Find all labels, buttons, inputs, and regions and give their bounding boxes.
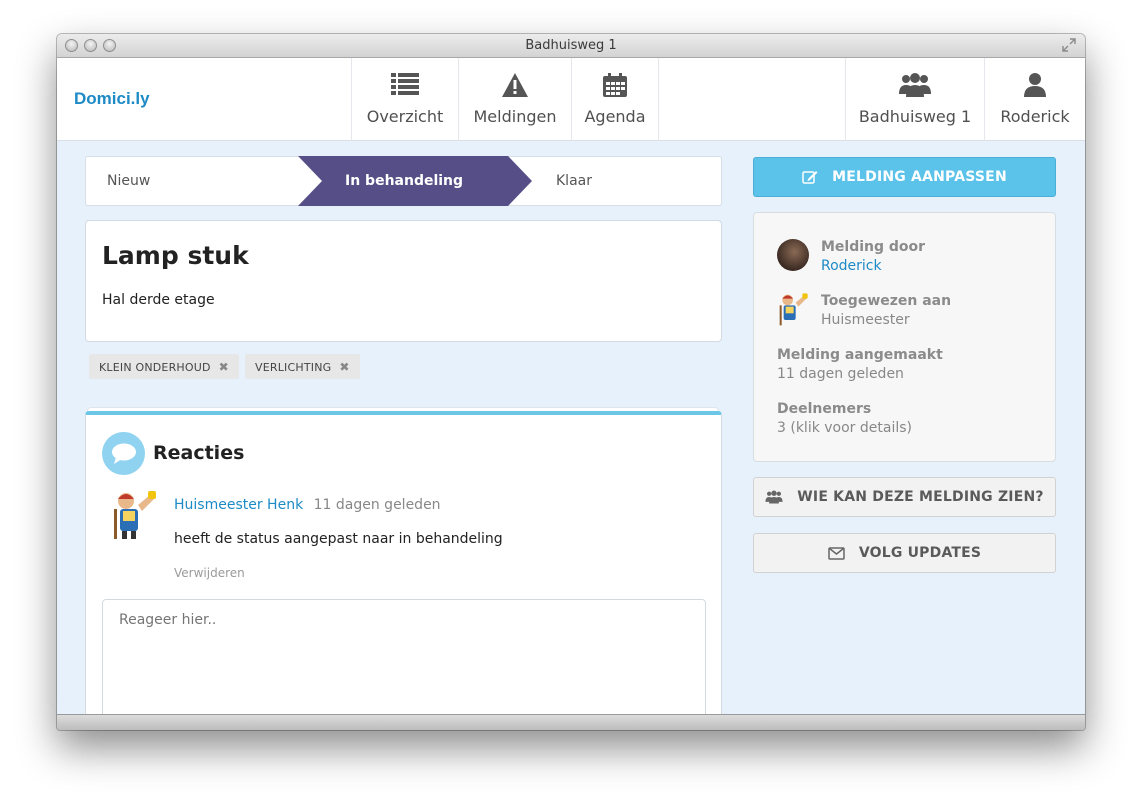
fullscreen-icon[interactable] (1062, 38, 1078, 54)
window-title: Badhuisweg 1 (525, 38, 617, 53)
issue-title: Lamp stuk (102, 241, 249, 270)
main-content: Nieuw In behandeling Klaar Lamp stuk Hal… (57, 141, 1085, 730)
window-titlebar: Badhuisweg 1 (57, 34, 1085, 58)
participants-label: Deelnemers (777, 401, 872, 417)
issue-card: Lamp stuk Hal derde etage (85, 220, 722, 342)
nav-item-roderick[interactable]: Roderick (984, 58, 1085, 141)
nav-label: Meldingen (473, 107, 557, 126)
brand-logo[interactable]: Domici.ly (74, 89, 150, 109)
comment-time: 11 dagen geleden (313, 497, 441, 513)
speech-bubble-icon (102, 432, 145, 475)
created-value: 11 dagen geleden (777, 366, 904, 382)
step-done[interactable]: Klaar (556, 173, 592, 189)
group-icon (846, 72, 984, 98)
nav-label: Roderick (1000, 107, 1070, 126)
top-navbar: Domici.ly Overzicht Meldingen Agenda Bad… (57, 58, 1085, 141)
comments-card: Reacties Huismeester Henk 11 dagen geled… (85, 411, 722, 730)
follow-updates-label: VOLG UPDATES (858, 545, 982, 561)
follow-updates-button[interactable]: VOLG UPDATES (753, 533, 1056, 573)
avatar-huismeester-henk (110, 491, 158, 541)
edit-issue-button[interactable]: MELDING AANPASSEN (753, 157, 1056, 197)
tag-klein-onderhoud: KLEIN ONDERHOUD ✖ (89, 354, 239, 379)
remove-tag-icon[interactable]: ✖ (219, 360, 229, 374)
comment-author-link[interactable]: Huismeester Henk (174, 497, 303, 513)
step-in-progress[interactable]: In behandeling (345, 173, 463, 189)
nav-item-overzicht[interactable]: Overzicht (351, 58, 458, 141)
comments-heading: Reacties (153, 442, 245, 464)
nav-item-agenda[interactable]: Agenda (571, 58, 659, 141)
warning-icon (459, 72, 571, 98)
reported-by-link[interactable]: Roderick (821, 258, 882, 274)
reply-textarea[interactable] (102, 599, 706, 729)
delete-comment-link[interactable]: Verwijderen (174, 566, 245, 580)
tag-label: VERLICHTING (255, 361, 332, 374)
nav-item-badhuisweg[interactable]: Badhuisweg 1 (845, 58, 984, 141)
edit-icon (802, 170, 818, 184)
list-icon (352, 72, 458, 98)
app-window: Badhuisweg 1 Domici.ly Overzicht Melding… (57, 34, 1085, 730)
avatar-huismeester (777, 293, 809, 327)
nav-label: Overzicht (366, 107, 444, 126)
created-label: Melding aangemaakt (777, 347, 943, 363)
nav-item-meldingen[interactable]: Meldingen (458, 58, 571, 141)
tag-label: KLEIN ONDERHOUD (99, 361, 211, 374)
who-can-see-label: WIE KAN DEZE MELDING ZIEN? (797, 489, 1044, 505)
comment-meta: Huismeester Henk 11 dagen geleden (174, 497, 441, 513)
step-new[interactable]: Nieuw (107, 173, 150, 189)
status-steps: Nieuw In behandeling Klaar (85, 156, 722, 206)
who-can-see-button[interactable]: WIE KAN DEZE MELDING ZIEN? (753, 477, 1056, 517)
tag-verlichting: VERLICHTING ✖ (245, 354, 360, 379)
nav-label: Badhuisweg 1 (858, 107, 972, 126)
assigned-to-label: Toegewezen aan (821, 293, 952, 309)
participants-value[interactable]: 3 (klik voor details) (777, 420, 912, 436)
window-bottom-bar (57, 714, 1085, 730)
issue-description: Hal derde etage (102, 292, 215, 308)
issue-details-panel: Melding door Roderick Toegewezen aan Hui… (753, 212, 1056, 462)
edit-issue-label: MELDING AANPASSEN (832, 169, 1007, 185)
reported-by-label: Melding door (821, 239, 926, 255)
envelope-icon (828, 546, 845, 560)
assigned-to-value: Huismeester (821, 312, 910, 328)
avatar-roderick (777, 239, 809, 271)
user-icon (985, 72, 1085, 98)
comment-text: heeft de status aangepast naar in behand… (174, 531, 503, 547)
group-icon (765, 490, 783, 504)
calendar-icon (572, 72, 658, 98)
nav-label: Agenda (584, 107, 646, 126)
remove-tag-icon[interactable]: ✖ (339, 360, 349, 374)
